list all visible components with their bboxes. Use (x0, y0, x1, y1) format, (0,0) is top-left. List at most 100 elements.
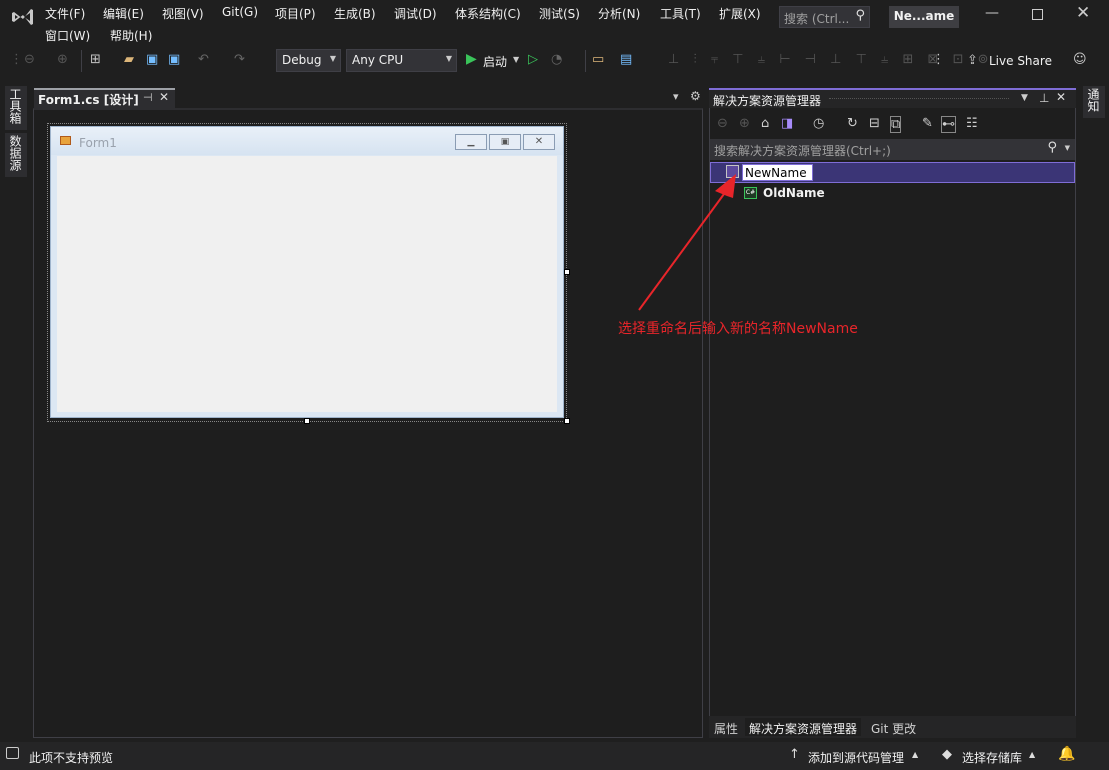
folder-view-icon[interactable]: ▭ (592, 52, 604, 68)
resize-handle-right[interactable] (564, 269, 570, 275)
notifications-tab[interactable]: 通知 (1083, 86, 1105, 118)
project-name: OldName (763, 186, 825, 200)
arrow-up-icon: ↑ (789, 747, 800, 762)
annotation-arrow-shaft (638, 193, 725, 311)
show-all-files-icon[interactable]: ⧉ (890, 116, 902, 133)
preview-selected-icon[interactable]: ⊷ (941, 116, 956, 133)
save-icon[interactable]: ▣ (146, 52, 158, 68)
editor-tab[interactable]: Form1.cs [设计] ⊣ ✕ (34, 88, 175, 108)
menu-window[interactable]: 窗口(W) (45, 27, 90, 44)
overflow-icon[interactable]: ⋮ (932, 52, 945, 68)
solution-explorer-header: 解决方案资源管理器 ▼ ⊥ ✕ (709, 88, 1076, 108)
back-icon[interactable]: ⊖ (717, 116, 728, 131)
form-close-icon[interactable]: ✕ (523, 134, 555, 150)
menu-test[interactable]: 测试(S) (539, 5, 580, 22)
solution-title-badge[interactable]: Ne...ame (889, 6, 959, 28)
menu-analyze[interactable]: 分析(N) (598, 5, 640, 22)
chevron-down-icon: ▼ (445, 54, 452, 63)
form-minimize-icon[interactable]: ▁ (455, 134, 487, 150)
form-title-bar: Form1 ▁ ▣ ✕ (51, 127, 563, 155)
properties-wrench-icon[interactable]: ✎ (922, 116, 933, 131)
annotation-arrowhead-icon (715, 174, 736, 198)
global-search-input[interactable]: 搜索 (Ctrl... (784, 10, 849, 27)
menu-edit[interactable]: 编辑(E) (103, 5, 144, 22)
add-source-control-button[interactable]: ↑ 添加到源代码管理 ▲ (789, 747, 921, 765)
live-share-label: Live Share (989, 54, 1052, 68)
form-window[interactable]: Form1 ▁ ▣ ✕ (50, 126, 564, 418)
platform-dropdown[interactable]: Any CPU ▼ (346, 49, 457, 72)
switch-views-icon[interactable]: ◨ (781, 116, 793, 131)
sync-icon[interactable]: ↻ (847, 116, 858, 131)
datasource-tab[interactable]: 数据源 (5, 133, 27, 177)
resize-handle-corner[interactable] (564, 418, 570, 424)
project-node-row[interactable]: C# OldName (710, 184, 1075, 204)
menu-architecture[interactable]: 体系结构(C) (455, 5, 521, 22)
panel-menu-icon[interactable]: ▼ (1021, 93, 1028, 103)
live-share-button[interactable]: ⇪ Live Share (967, 53, 1052, 71)
solution-explorer-title: 解决方案资源管理器 (713, 94, 822, 108)
menu-tools[interactable]: 工具(T) (660, 5, 701, 22)
rename-input[interactable] (742, 164, 813, 181)
tab-git-changes[interactable]: Git 更改 (867, 718, 920, 736)
chevron-down-icon: ▼ (329, 54, 336, 63)
pin-icon[interactable]: ⊣ (143, 91, 153, 104)
menu-extensions[interactable]: 扩展(X) (719, 5, 761, 22)
tab-solution-explorer[interactable]: 解决方案资源管理器 (745, 718, 862, 736)
chevron-down-icon: ▼ (513, 55, 520, 64)
left-sidebar (0, 80, 32, 740)
resize-handle-bottom[interactable] (304, 418, 310, 424)
header-grip (829, 98, 1009, 101)
home-icon[interactable]: ⌂ (761, 116, 769, 131)
form-client-area[interactable] (57, 156, 557, 412)
toolbar-separator (81, 50, 82, 72)
maximize-icon[interactable] (1032, 9, 1043, 20)
start-without-debug-icon[interactable]: ▷ (528, 52, 538, 68)
menu-build[interactable]: 生成(B) (334, 5, 376, 22)
hot-reload-icon[interactable]: ◔ (551, 52, 562, 68)
menu-debug[interactable]: 调试(D) (394, 5, 437, 22)
search-options-icon[interactable]: ▼ (1065, 144, 1070, 152)
tab-list-icon[interactable]: ▾ (673, 90, 679, 103)
gear-icon[interactable]: ⚙ (690, 89, 701, 103)
save-all-icon[interactable]: ▣ (168, 52, 180, 68)
menu-help[interactable]: 帮助(H) (110, 27, 152, 44)
toolbox-tab[interactable]: 工具箱 (5, 86, 27, 130)
back-icon[interactable]: ⊖ (24, 52, 35, 68)
open-folder-icon[interactable]: ▰ (124, 52, 134, 68)
menu-git[interactable]: Git(G) (222, 5, 258, 19)
new-project-icon[interactable]: ⊞ (90, 52, 101, 68)
close-panel-icon[interactable]: ✕ (1056, 90, 1066, 104)
solution-search-input[interactable]: 搜索解决方案资源管理器(Ctrl+;) (714, 142, 891, 159)
menu-file[interactable]: 文件(F) (45, 5, 85, 22)
toolbar-separator (585, 50, 586, 72)
class-view-icon[interactable]: ☷ (966, 116, 978, 131)
minimize-icon[interactable]: — (985, 5, 999, 21)
close-tab-icon[interactable]: ✕ (159, 90, 169, 104)
close-window-icon[interactable]: ✕ (1076, 3, 1090, 23)
pin-icon[interactable]: ⊥ (1039, 91, 1049, 105)
solution-search-box[interactable]: 搜索解决方案资源管理器(Ctrl+;) ⚲ ▼ (710, 139, 1075, 160)
global-search-box[interactable]: 搜索 (Ctrl... ⚲ (779, 6, 870, 28)
start-button[interactable]: ▶ 启动 ▼ (465, 51, 523, 71)
menu-view[interactable]: 视图(V) (162, 5, 204, 22)
config-dropdown[interactable]: Debug ▼ (276, 49, 341, 72)
forward-icon[interactable]: ⊕ (57, 52, 68, 68)
undo-icon[interactable]: ↶ (198, 52, 209, 68)
forward-icon[interactable]: ⊕ (739, 116, 750, 131)
notification-bell-icon[interactable]: 🔔 (1058, 746, 1075, 762)
tab-properties[interactable]: 属性 (710, 718, 742, 736)
select-repo-label: 选择存储库 (962, 751, 1023, 765)
form-maximize-icon[interactable]: ▣ (489, 134, 521, 150)
vs-logo-icon[interactable] (11, 6, 35, 28)
layout-icon[interactable]: ▤ (620, 52, 632, 68)
feedback-icon[interactable]: ☺ (1073, 52, 1087, 68)
chevron-up-icon: ▲ (1029, 750, 1036, 759)
search-icon: ⚲ (855, 8, 865, 23)
redo-icon[interactable]: ↷ (234, 52, 245, 68)
select-repository-button[interactable]: ◆ 选择存储库 ▲ (942, 747, 1038, 765)
pending-changes-icon[interactable]: ◷ (813, 116, 824, 131)
menu-project[interactable]: 项目(P) (275, 5, 316, 22)
solution-node-row[interactable] (710, 162, 1075, 183)
chevron-up-icon: ▲ (912, 750, 919, 759)
collapse-all-icon[interactable]: ⊟ (869, 116, 880, 131)
